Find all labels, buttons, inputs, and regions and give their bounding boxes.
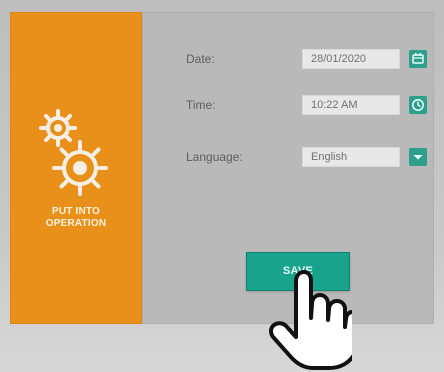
language-row: Language: English	[186, 146, 427, 168]
language-value: English	[311, 151, 348, 163]
time-row: Time: 10:22 AM	[186, 94, 427, 116]
put-into-operation-line1: PUT INTO	[51, 206, 101, 217]
put-into-operation-title: PUT INTO OPERATION	[10, 206, 142, 230]
pointing-hand-icon	[262, 270, 352, 372]
time-field[interactable]: 10:22 AM	[302, 95, 400, 115]
put-into-operation-line2: OPERATION	[45, 218, 107, 229]
time-label: Time:	[186, 98, 216, 112]
screen-background: PUT INTO OPERATION Date: 28/01/2020 Time…	[0, 0, 444, 372]
gears-icon	[32, 108, 114, 200]
date-row: Date: 28/01/2020	[186, 48, 427, 70]
calendar-icon[interactable]	[409, 50, 427, 68]
language-label: Language:	[186, 150, 243, 164]
language-select[interactable]: English	[302, 147, 400, 167]
chevron-down-icon[interactable]	[409, 148, 427, 166]
time-value: 10:22 AM	[311, 99, 358, 111]
date-value: 28/01/2020	[311, 53, 367, 65]
date-field[interactable]: 28/01/2020	[302, 49, 400, 69]
date-label: Date:	[186, 52, 215, 66]
clock-icon[interactable]	[409, 96, 427, 114]
